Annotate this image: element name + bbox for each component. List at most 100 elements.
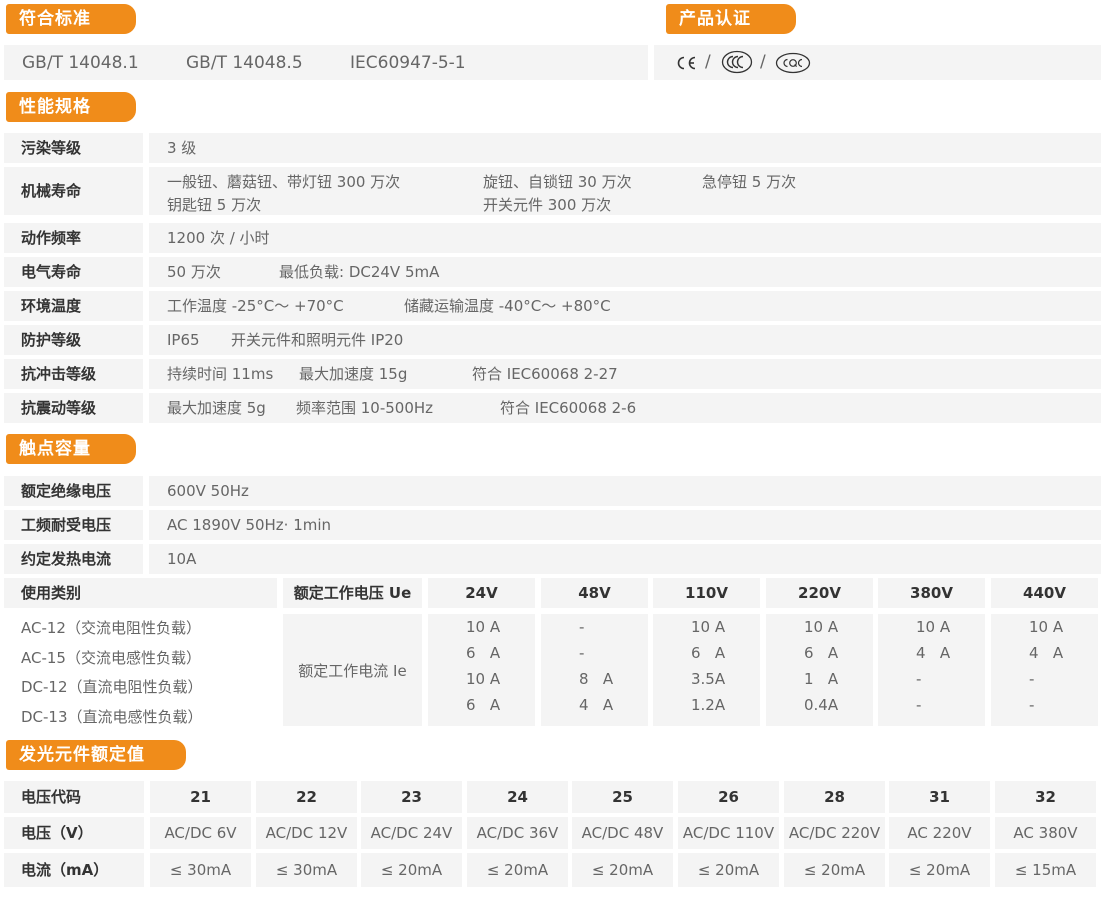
current-value: 6 A xyxy=(691,644,726,662)
cqc-logo-icon xyxy=(775,52,811,74)
spec-text: 旋钮、自锁钮 30 万次 xyxy=(483,173,632,191)
led-code: 24 xyxy=(467,781,568,813)
led-current: ≤ 30mA xyxy=(150,853,251,887)
current-value: - xyxy=(579,618,585,636)
voltage-column-header: 48V xyxy=(541,578,648,608)
led-label-code: 电压代码 xyxy=(4,781,144,813)
current-column: 10 A 6 A 1 A 0.4A xyxy=(766,614,873,726)
led-current: ≤ 20mA xyxy=(784,853,885,887)
current-value: 8 A xyxy=(579,670,614,688)
standards-box: GB/T 14048.1 GB/T 14048.5 IEC60947-5-1 xyxy=(4,45,648,80)
spec-text: 频率范围 10-500Hz xyxy=(296,399,434,417)
led-code: 21 xyxy=(150,781,251,813)
spec-label: 污染等级 xyxy=(4,133,143,163)
current-value: - xyxy=(916,670,922,688)
current-value: - xyxy=(916,696,922,714)
spec-text: 3 级 xyxy=(167,139,197,157)
current-value: 10 A xyxy=(466,618,501,636)
contact-label: 约定发热电流 xyxy=(4,544,143,574)
spec-value: 50 万次 最低负载: DC24V 5mA xyxy=(149,257,1101,287)
spec-value: 一般钮、蘑菇钮、带灯钮 300 万次 旋钮、自锁钮 30 万次 急停钮 5 万次… xyxy=(149,167,1101,215)
spec-text: 工作温度 -25°C～ +70°C xyxy=(167,297,344,315)
current-value: 6 A xyxy=(466,696,501,714)
spec-text: 开关元件和照明元件 IP20 xyxy=(231,331,404,349)
led-voltage: AC/DC 220V xyxy=(784,817,885,849)
led-current: ≤ 20mA xyxy=(467,853,568,887)
spec-value: 3 级 xyxy=(149,133,1101,163)
category-header: 使用类别 xyxy=(4,578,277,608)
voltage-column-header: 220V xyxy=(766,578,873,608)
spec-value: 最大加速度 5g 频率范围 10-500Hz 符合 IEC60068 2-6 xyxy=(149,393,1101,423)
standard-item: GB/T 14048.1 xyxy=(22,53,139,73)
spec-label: 抗冲击等级 xyxy=(4,359,143,389)
led-current: ≤ 15mA xyxy=(995,853,1096,887)
voltage-column-header: 380V xyxy=(878,578,985,608)
spec-text: 急停钮 5 万次 xyxy=(702,173,797,191)
spec-text: 钥匙钮 5 万次 xyxy=(167,196,262,214)
voltage-column-header: 440V xyxy=(991,578,1098,608)
current-value: 10 A xyxy=(466,670,501,688)
current-value: 1 A xyxy=(804,670,839,688)
led-code: 23 xyxy=(361,781,462,813)
contact-value: AC 1890V 50Hz· 1min xyxy=(149,510,1101,540)
led-code: 32 xyxy=(995,781,1096,813)
contact-label: 额定绝缘电压 xyxy=(4,476,143,506)
performance-title: 性能规格 xyxy=(6,92,136,122)
current-column: 10 A 4 A - - xyxy=(991,614,1098,726)
spec-text: 持续时间 11ms xyxy=(167,365,274,383)
contact-value: 10A xyxy=(149,544,1101,574)
standard-item: IEC60947-5-1 xyxy=(350,53,466,73)
category-list: AC-12（交流电阻性负载） AC-15（交流电感性负载） DC-12（直流电阻… xyxy=(4,614,277,726)
category-item: AC-12（交流电阻性负载） xyxy=(21,619,201,637)
spec-label: 防护等级 xyxy=(4,325,143,355)
led-current: ≤ 20mA xyxy=(572,853,673,887)
certification-title: 产品认证 xyxy=(666,4,796,34)
current-value: 4 A xyxy=(579,696,614,714)
certification-box: / / xyxy=(654,45,1101,80)
standards-title: 符合标准 xyxy=(6,4,136,34)
led-current: ≤ 30mA xyxy=(256,853,357,887)
voltage-column-header: 110V xyxy=(653,578,760,608)
logo-separator: / xyxy=(705,52,711,72)
category-item: DC-12（直流电阻性负载） xyxy=(21,678,203,696)
spec-text: 1200 次 / 小时 xyxy=(167,229,270,247)
standard-item: GB/T 14048.5 xyxy=(186,53,303,73)
led-current: ≤ 20mA xyxy=(678,853,779,887)
category-item: DC-13（直流电感性负载） xyxy=(21,707,203,726)
led-voltage: AC 380V xyxy=(995,817,1096,849)
spec-text: 最大加速度 15g xyxy=(299,365,408,383)
current-value: 10 A xyxy=(804,618,839,636)
current-value: 4 A xyxy=(916,644,951,662)
current-value: 10 A xyxy=(916,618,951,636)
current-column: - - 8 A 4 A xyxy=(541,614,648,726)
current-value: 10 A xyxy=(1029,618,1064,636)
spec-text: 50 万次 xyxy=(167,263,221,281)
contact-title: 触点容量 xyxy=(6,434,136,464)
current-value: 10 A xyxy=(691,618,726,636)
current-value: - xyxy=(579,644,585,662)
spec-text: 储藏运输温度 -40°C～ +80°C xyxy=(404,297,611,315)
current-column: 10 A 6 A 3.5A 1.2A xyxy=(653,614,760,726)
led-voltage: AC 220V xyxy=(889,817,990,849)
led-label-current: 电流（mA） xyxy=(4,853,144,887)
category-item: AC-15（交流电感性负载） xyxy=(21,648,201,667)
contact-value: 600V 50Hz xyxy=(149,476,1101,506)
current-value: 6 A xyxy=(466,644,501,662)
led-title: 发光元件额定值 xyxy=(6,740,186,770)
spec-value: 1200 次 / 小时 xyxy=(149,223,1101,253)
spec-value: IP65 开关元件和照明元件 IP20 xyxy=(149,325,1101,355)
current-value: 6 A xyxy=(804,644,839,662)
led-voltage: AC/DC 36V xyxy=(467,817,568,849)
led-label-voltage: 电压（V） xyxy=(4,817,144,849)
led-current: ≤ 20mA xyxy=(361,853,462,887)
current-value: 0.4A xyxy=(804,696,839,714)
logo-separator: / xyxy=(760,52,766,72)
spec-text: 最低负载: DC24V 5mA xyxy=(279,263,440,281)
spec-text: IP65 xyxy=(167,331,200,349)
spec-label: 动作频率 xyxy=(4,223,143,253)
led-current: ≤ 20mA xyxy=(889,853,990,887)
led-code: 26 xyxy=(678,781,779,813)
spec-label: 抗震动等级 xyxy=(4,393,143,423)
current-label: 额定工作电流 Ie xyxy=(283,614,422,726)
led-voltage: AC/DC 48V xyxy=(572,817,673,849)
